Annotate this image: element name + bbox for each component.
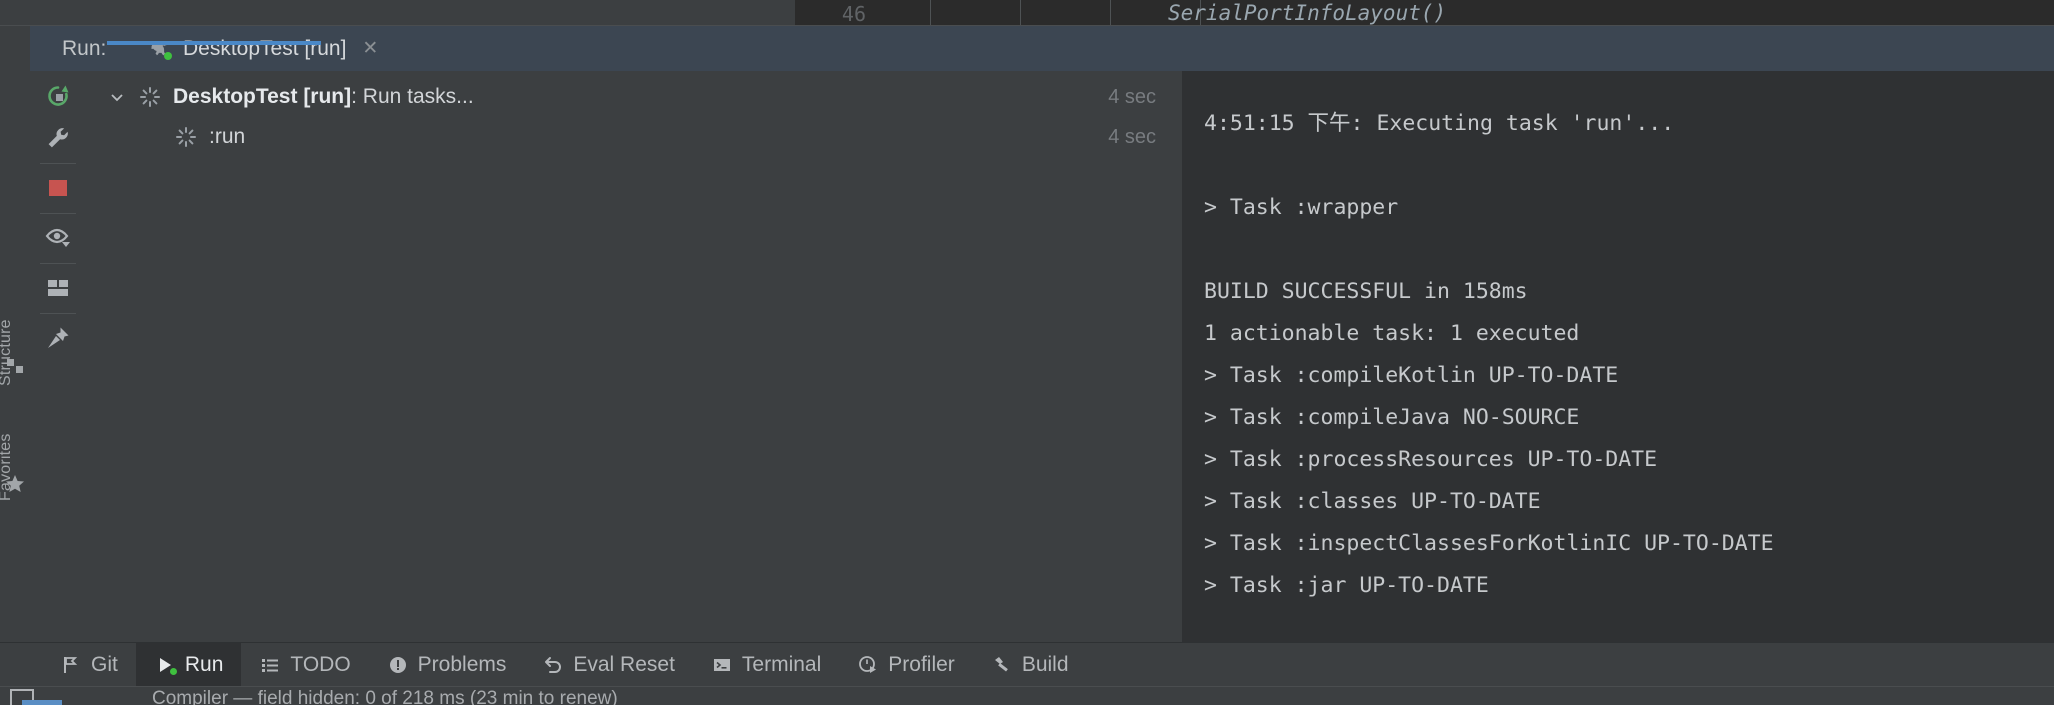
tab-run[interactable]: Run [136,643,242,687]
profiler-icon [857,654,879,676]
toolbar-divider [40,313,76,314]
spinner-icon [139,86,161,108]
layout-icon[interactable] [41,271,75,305]
tree-node-label: DesktopTest [run]: Run tasks... [173,85,474,109]
build-tree-panel: DesktopTest [run]: Run tasks... 4 sec [87,71,1182,642]
tab-eval-reset[interactable]: Eval Reset [524,643,693,687]
hammer-icon [991,654,1013,676]
table-row[interactable]: DesktopTest [run]: Run tasks... 4 sec [87,77,1182,117]
run-status-indicator [164,52,172,60]
eye-dropdown-icon[interactable] [41,221,75,255]
left-tool-rail: Structure Favorites [0,26,31,678]
console-text: 4:51:15 下午: Executing task 'run'... > Ta… [1204,103,1774,607]
build-console-output[interactable]: 4:51:15 下午: Executing task 'run'... > Ta… [1182,71,2054,642]
chevron-down-icon[interactable] [107,87,127,107]
editor-fold-cell [1020,0,1111,26]
run-play-icon [154,654,176,676]
run-status-indicator [170,668,177,675]
tab-todo[interactable]: TODO [241,643,368,687]
status-progress-accent [22,700,62,705]
tree-node-bracket: [run] [297,85,351,108]
git-branch-icon [60,654,82,676]
edit-configurations-button[interactable] [41,121,75,155]
tab-label: Terminal [742,653,821,677]
toolbar-divider [40,263,76,264]
spinner-icon [175,126,197,148]
editor-gutter-area [0,0,795,26]
tree-node-label: :run [209,125,245,149]
editor-remnant-strip: 46 SerialPortInfoLayout() [0,0,2054,26]
tab-build[interactable]: Build [973,643,1087,687]
problems-icon [387,654,409,676]
tree-node-duration: 4 sec [1108,126,1156,149]
tab-label: TODO [290,653,350,677]
editor-fold-cell [930,0,1021,26]
tool-window-tabs: Git Run TODO [42,643,1087,687]
tab-label: Profiler [888,653,955,677]
close-icon[interactable]: ✕ [362,37,378,60]
tool-window-tab-bar: Git Run TODO [0,642,2054,687]
tab-git[interactable]: Git [42,643,136,687]
tab-terminal[interactable]: Terminal [693,643,839,687]
tree-node-duration: 4 sec [1108,86,1156,109]
stop-button[interactable] [41,171,75,205]
run-tab-active-underline [107,41,321,45]
tab-problems[interactable]: Problems [369,643,525,687]
table-row[interactable]: :run 4 sec [87,117,1182,157]
structure-blocks-icon[interactable] [5,356,25,376]
tab-label: Run [185,653,224,677]
todo-list-icon [259,654,281,676]
run-tool-window-header: Run: DesktopTest [run] ✕ [30,26,2054,71]
toolbar-divider [40,213,76,214]
run-tab-desktoptest[interactable]: DesktopTest [run] ✕ [135,26,392,71]
editor-line-number: 46 [806,2,866,26]
tab-profiler[interactable]: Profiler [839,643,973,687]
star-icon[interactable] [5,474,25,494]
pin-icon[interactable] [41,321,75,355]
status-bar: Compiler — field hidden: 0 of 218 ms (23… [0,686,2054,705]
editor-code-fragment: SerialPortInfoLayout() [1168,1,1446,25]
toolbar-divider [40,163,76,164]
tab-label: Problems [418,653,507,677]
run-actions-toolbar [30,71,88,642]
status-bar-message: Compiler — field hidden: 0 of 218 ms (23… [152,688,618,705]
run-tool-window-body: DesktopTest [run]: Run tasks... 4 sec [30,71,2054,642]
rerun-button[interactable] [41,79,75,113]
tab-label: Eval Reset [573,653,675,677]
undo-arrow-icon [542,654,564,676]
tree-node-name: DesktopTest [173,85,297,108]
tab-label: Git [91,653,118,677]
tab-label: Build [1022,653,1069,677]
tree-node-suffix: : Run tasks... [351,85,474,108]
run-header-label: Run: [62,37,106,61]
terminal-icon [711,654,733,676]
